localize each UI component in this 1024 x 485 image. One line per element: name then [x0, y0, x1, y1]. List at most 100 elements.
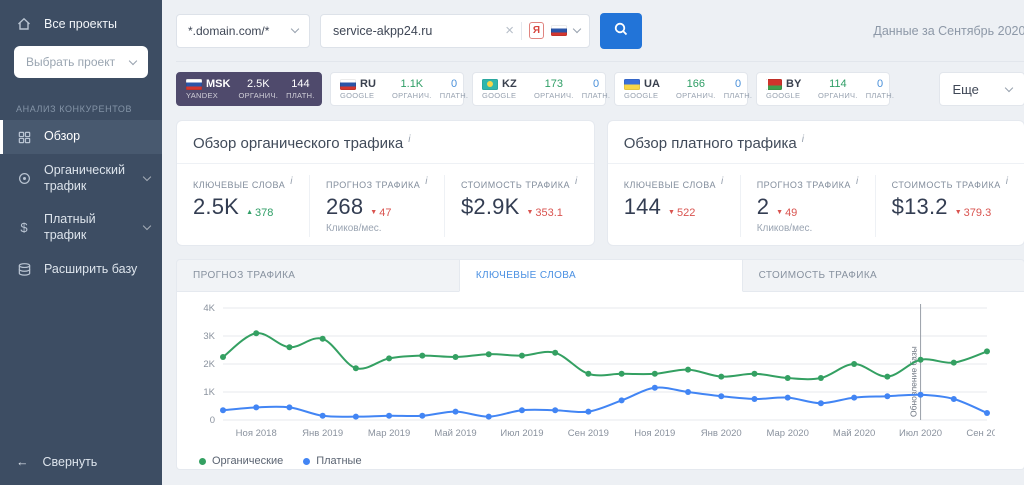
sidebar-spacer [0, 287, 162, 444]
organic-count: 166 [687, 78, 705, 90]
sidebar-item-overview[interactable]: Обзор [0, 120, 162, 154]
info-icon[interactable]: i [425, 176, 428, 187]
legend-item-paid[interactable]: Платные [303, 455, 361, 467]
organic-label: ОРГАНИЧ. [818, 91, 858, 100]
organic-label: ОРГАНИЧ. [676, 91, 716, 100]
metric-keywords: КЛЮЧЕВЫЕ СЛОВАi 144 ▼522 [608, 175, 740, 237]
url-pattern-select[interactable]: *.domain.com/* [176, 14, 310, 48]
home-icon [16, 16, 32, 32]
info-icon[interactable]: i [721, 176, 724, 187]
tab-keywords[interactable]: КЛЮЧЕВЫЕ СЛОВА [459, 259, 743, 292]
region-tab-kz-google[interactable]: KZ GOOGLE 173 ОРГАНИЧ. 0 ПЛАТН. [472, 72, 606, 106]
metric-delta: ▲378 [246, 207, 273, 219]
legend-label: Органические [212, 455, 283, 467]
divider [521, 22, 522, 40]
region-tab-msk-yandex[interactable]: MSK YANDEX 2.5K ОРГАНИЧ. 144 ПЛАТН. [176, 72, 322, 106]
ukraine-flag-icon [624, 79, 640, 90]
app-window: Все проекты Выбрать проект АНАЛИЗ КОНКУР… [0, 0, 1024, 485]
region-tab-by-google[interactable]: BY GOOGLE 114 ОРГАНИЧ. 0 ПЛАТН. [756, 72, 890, 106]
delta-arrow-icon: ▼ [526, 209, 533, 216]
paid-label: ПЛАТН. [440, 91, 469, 100]
metric-sub [461, 223, 578, 235]
organic-label: ОРГАНИЧ. [238, 91, 278, 100]
all-projects-link[interactable]: Все проекты [0, 0, 162, 44]
russia-flag-icon [186, 79, 202, 90]
organic-overview-card: Обзор органического трафикаi КЛЮЧЕВЫЕ СЛ… [176, 120, 595, 246]
yandex-icon: Я [529, 22, 544, 39]
tab-traffic-forecast[interactable]: ПРОГНОЗ ТРАФИКА [176, 259, 460, 292]
domain-search-box: × Я [320, 14, 590, 48]
metric-keywords: КЛЮЧЕВЫЕ СЛОВАi 2.5K ▲378 [177, 175, 309, 237]
legend-dot [199, 458, 206, 465]
delta-arrow-icon: ▼ [370, 209, 377, 216]
metric-value: 2 [757, 194, 769, 220]
card-title: Обзор платного трафикаi [608, 121, 1024, 163]
svg-text:Янв 2020: Янв 2020 [701, 428, 742, 439]
paid-count: 144 [291, 78, 309, 90]
paid-label: ПЛАТН. [724, 91, 753, 100]
paid-count: 0 [877, 78, 883, 90]
search-icon [613, 21, 629, 40]
metric-delta: ▼379.3 [955, 207, 991, 219]
metric-delta: ▼47 [370, 207, 391, 219]
search-button[interactable] [600, 13, 642, 49]
region-tab-ua-google[interactable]: UA GOOGLE 166 ОРГАНИЧ. 0 ПЛАТН. [614, 72, 748, 106]
svg-text:2K: 2K [203, 359, 215, 370]
sidebar-item-label: Платный трафик [44, 212, 132, 243]
metric-value: $13.2 [892, 194, 948, 220]
organic-count: 173 [545, 78, 563, 90]
traffic-chart-svg[interactable]: 01K2K3K4KНоя 2018Янв 2019Мар 2019Май 201… [193, 300, 995, 442]
tab-traffic-cost[interactable]: СТОИМОСТЬ ТРАФИКА [742, 259, 1024, 292]
svg-text:Мар 2019: Мар 2019 [368, 428, 410, 439]
paid-label: ПЛАТН. [286, 91, 315, 100]
organic-count: 1.1K [401, 78, 424, 90]
collapse-sidebar-button[interactable]: ← Свернуть [0, 443, 162, 485]
sidebar-item-organic-traffic[interactable]: Органический трафик [0, 154, 162, 203]
info-icon[interactable]: i [575, 176, 578, 187]
svg-text:Сен 2019: Сен 2019 [568, 428, 609, 439]
info-icon[interactable]: i [802, 134, 804, 145]
delta-arrow-icon: ▼ [955, 209, 962, 216]
region-code: RU [360, 78, 376, 90]
chevron-down-icon[interactable] [573, 25, 581, 33]
metric-sub [193, 223, 293, 235]
region-code: KZ [502, 78, 517, 90]
belarus-flag-icon [766, 79, 782, 90]
all-projects-label: Все проекты [44, 17, 117, 31]
url-pattern-value: *.domain.com/* [188, 24, 269, 38]
more-label: Еще [952, 82, 978, 97]
sidebar-item-expand-database[interactable]: Расширить базу [0, 253, 162, 287]
collapse-label: Свернуть [43, 455, 98, 469]
info-icon[interactable]: i [290, 176, 293, 187]
chevron-down-icon [143, 173, 151, 181]
clear-search-icon[interactable]: × [505, 23, 514, 38]
info-icon[interactable]: i [408, 134, 410, 145]
paid-count: 0 [451, 78, 457, 90]
svg-text:4K: 4K [203, 303, 215, 314]
sidebar-item-label: Расширить базу [44, 262, 150, 278]
paid-label: ПЛАТН. [582, 91, 611, 100]
sidebar-nav: Обзор Органический трафик $ Платный траф… [0, 120, 162, 287]
metric-value: 144 [624, 194, 661, 220]
grid-icon [16, 129, 32, 145]
kazakhstan-flag-icon [482, 79, 498, 90]
legend-item-organic[interactable]: Органические [199, 455, 283, 467]
metric-traffic-cost: СТОИМОСТЬ ТРАФИКАi $2.9K ▼353.1 [444, 175, 594, 237]
metric-delta: ▼522 [668, 207, 695, 219]
region-code: MSK [206, 78, 230, 90]
sidebar-item-paid-traffic[interactable]: $ Платный трафик [0, 203, 162, 252]
info-icon[interactable]: i [1006, 176, 1009, 187]
database-icon [16, 262, 32, 278]
russia-flag-icon [551, 25, 567, 36]
info-icon[interactable]: i [856, 176, 859, 187]
sidebar: Все проекты Выбрать проект АНАЛИЗ КОНКУР… [0, 0, 162, 485]
region-tab-ru-google[interactable]: RU GOOGLE 1.1K ОРГАНИЧ. 0 ПЛАТН. [330, 72, 464, 106]
more-regions-button[interactable]: Еще [939, 72, 1024, 106]
domain-search-input[interactable] [333, 24, 498, 38]
metric-value: $2.9K [461, 194, 520, 220]
chevron-down-icon [129, 56, 137, 64]
card-title: Обзор органического трафикаi [177, 121, 594, 163]
project-select-placeholder: Выбрать проект [26, 55, 115, 69]
metric-traffic-cost: СТОИМОСТЬ ТРАФИКАi $13.2 ▼379.3 [875, 175, 1024, 237]
project-select[interactable]: Выбрать проект [14, 46, 148, 78]
